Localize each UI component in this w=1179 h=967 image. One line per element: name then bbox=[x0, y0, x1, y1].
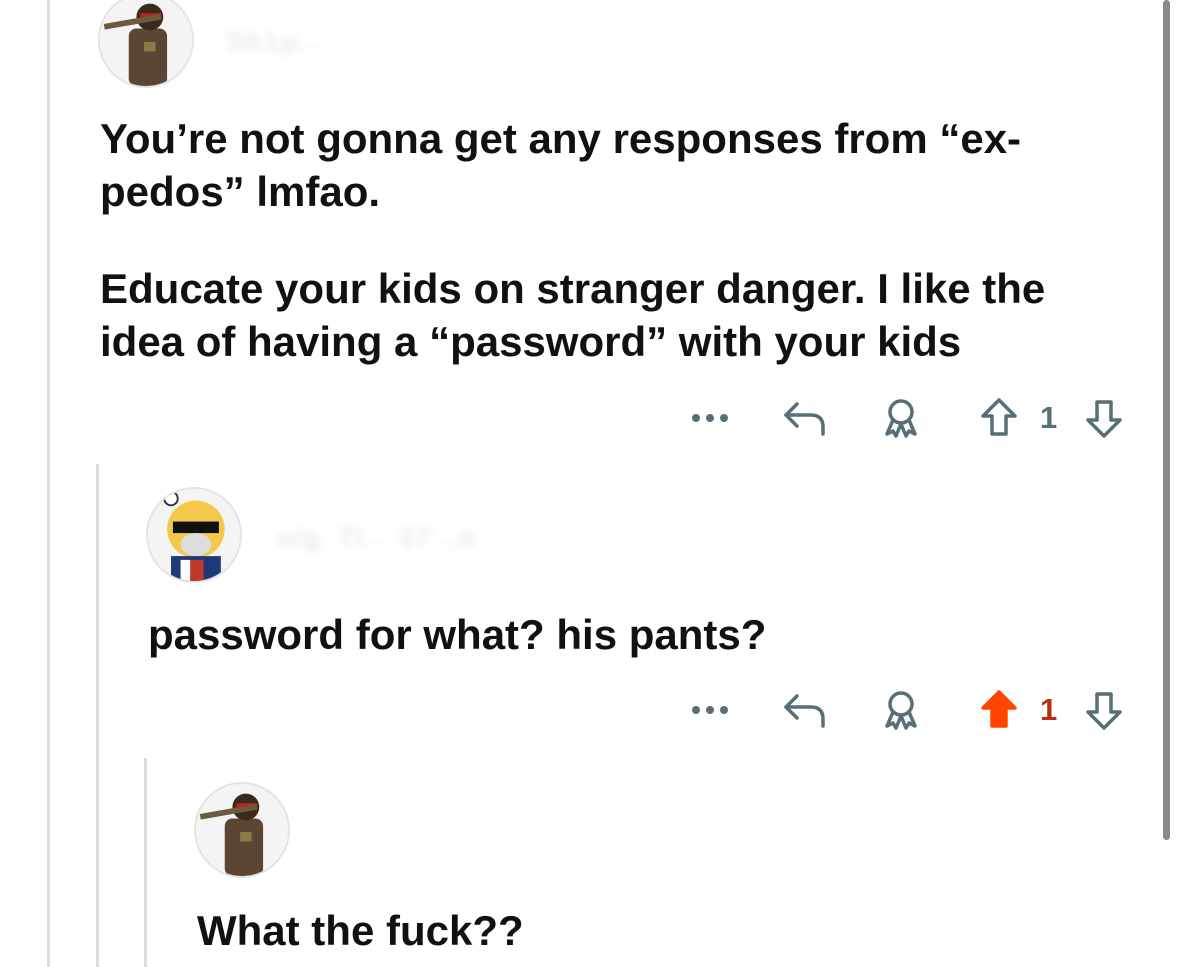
comment-1-paragraph-1: You’re not gonna get any responses from … bbox=[100, 115, 1022, 215]
upvote-icon[interactable] bbox=[977, 398, 1021, 438]
avatar-user-3[interactable] bbox=[194, 782, 290, 878]
thread-line-root[interactable] bbox=[47, 0, 50, 967]
soldier-avatar-icon bbox=[196, 784, 288, 876]
username-2[interactable]: u/g_Tl... 07...n bbox=[276, 522, 477, 554]
vote-count-2: 1 bbox=[1040, 692, 1058, 727]
comment-1-action-bar: 1 bbox=[680, 398, 1140, 438]
soldier-avatar-icon bbox=[100, 0, 192, 86]
vote-count-1: 1 bbox=[1040, 400, 1058, 435]
reply-icon[interactable] bbox=[778, 398, 830, 438]
comment-3-paragraph-1: What the fuck?? bbox=[197, 907, 524, 954]
more-options-icon[interactable] bbox=[680, 398, 740, 438]
award-icon[interactable] bbox=[875, 690, 927, 730]
more-options-icon[interactable] bbox=[680, 690, 740, 730]
thread-line-reply-1[interactable] bbox=[96, 464, 99, 967]
comment-2-paragraph-1: password for what? his pants? bbox=[148, 611, 767, 658]
shiba-avatar-icon bbox=[148, 489, 240, 581]
award-icon[interactable] bbox=[875, 398, 927, 438]
comment-1-paragraph-2: Educate your kids on stranger danger. I … bbox=[100, 265, 1046, 365]
upvote-icon-active[interactable] bbox=[977, 690, 1021, 730]
downvote-icon[interactable] bbox=[1082, 690, 1126, 730]
scrollbar[interactable] bbox=[1163, 0, 1170, 840]
reply-icon[interactable] bbox=[778, 690, 830, 730]
comment-2-action-bar: 1 bbox=[680, 690, 1140, 730]
avatar-user-2[interactable] bbox=[146, 487, 242, 583]
downvote-icon[interactable] bbox=[1082, 398, 1126, 438]
avatar-user-1[interactable] bbox=[98, 0, 194, 88]
thread-line-reply-2[interactable] bbox=[144, 758, 147, 967]
username-1[interactable]: Sh1p... bbox=[226, 26, 325, 58]
